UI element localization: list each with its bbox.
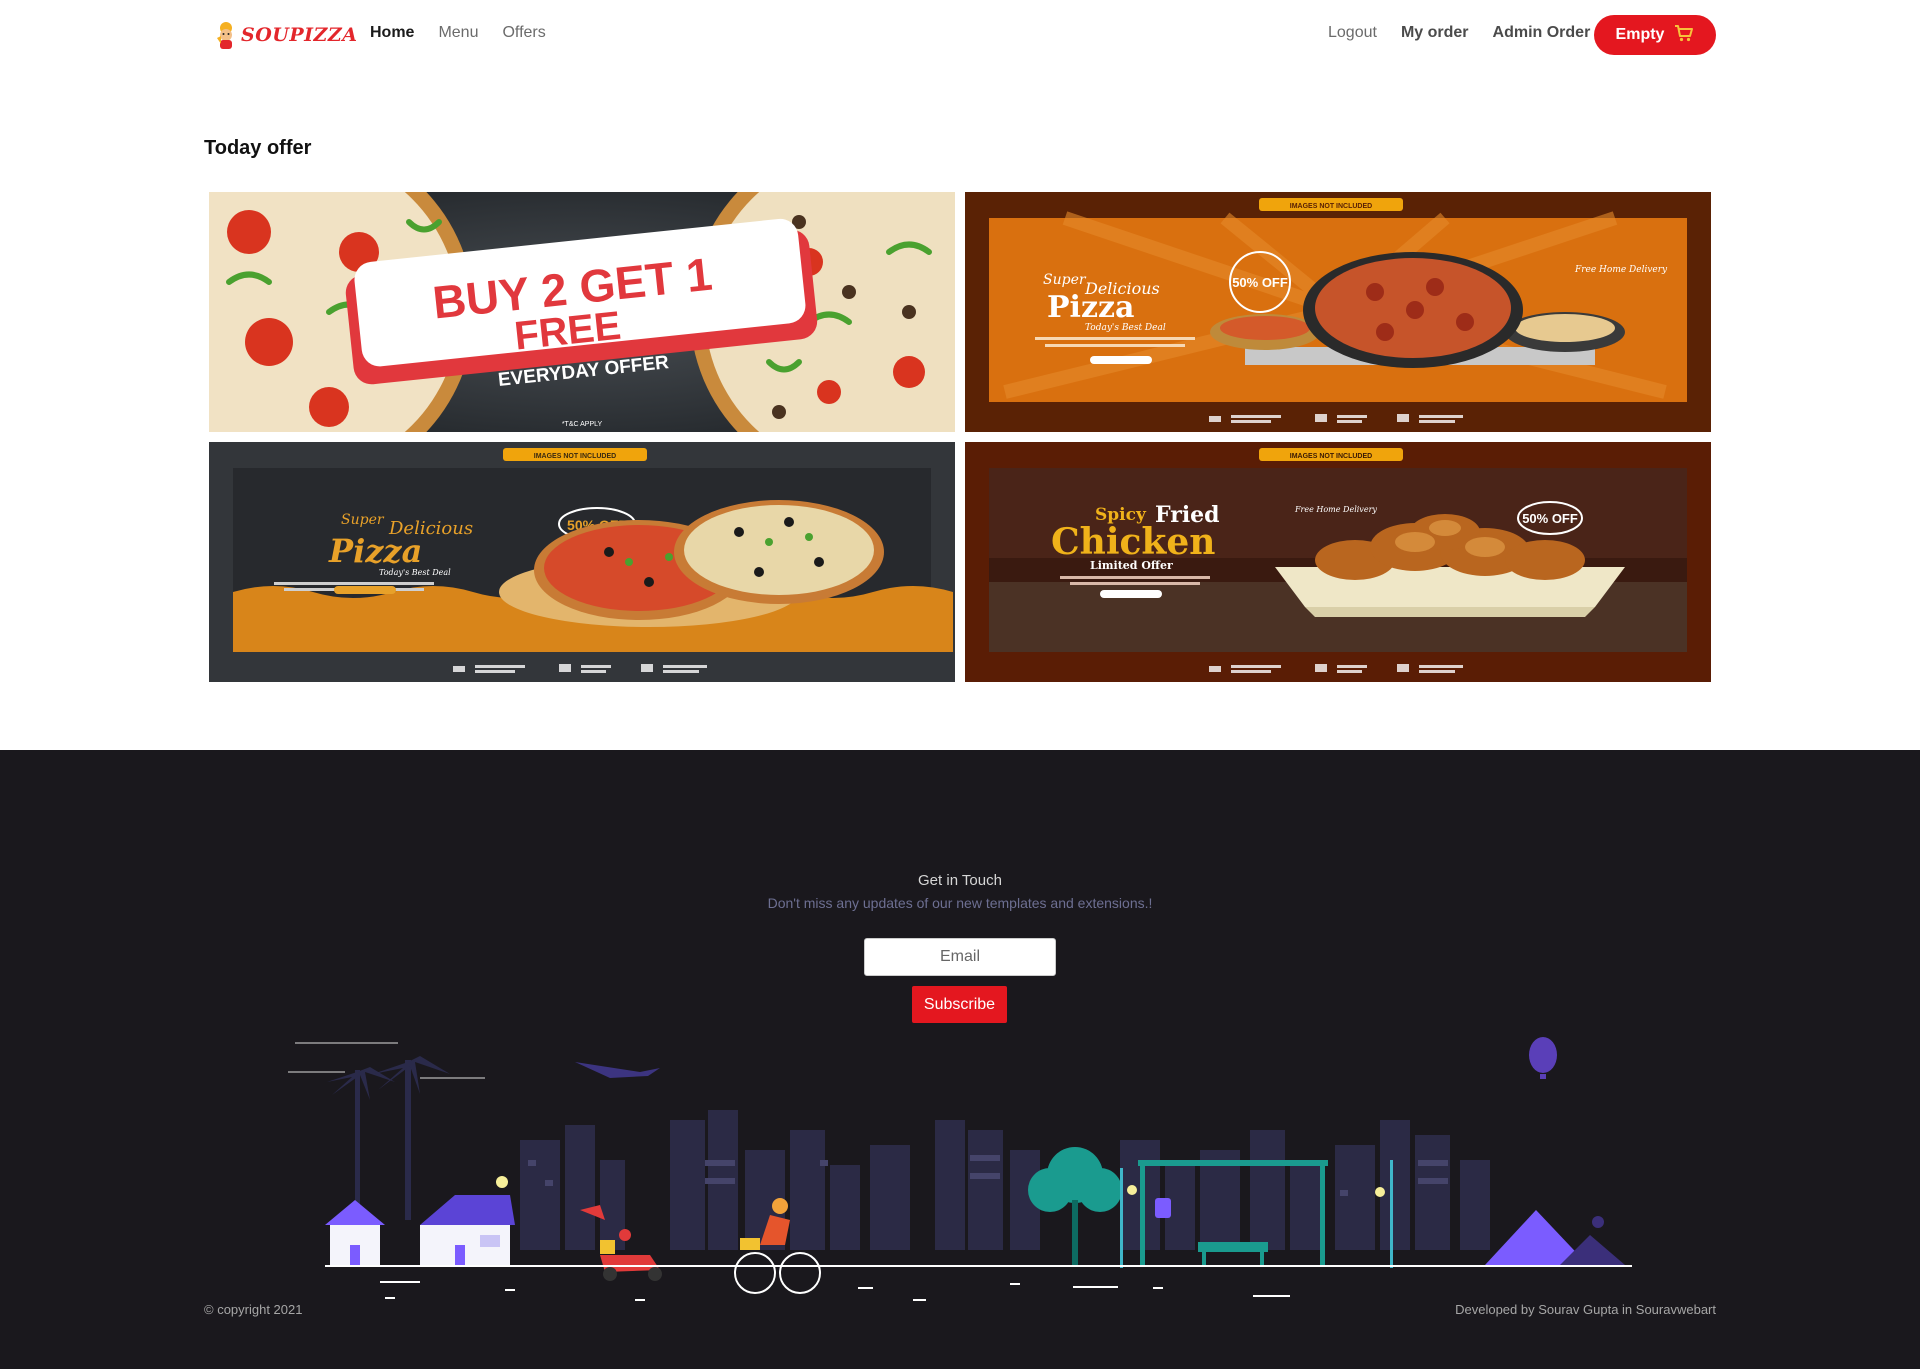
houses-icon [325,1176,515,1265]
account-nav: Logout My order Admin Order [1328,24,1590,42]
card2-big: Pizza [1047,290,1134,325]
admin-order-link[interactable]: Admin Order [1493,24,1591,42]
newsletter-title: Get in Touch [918,872,1002,889]
card4-discount: 50% OFF [1522,511,1578,526]
offer-card-buy2get1[interactable]: BUY 2 GET 1 FREE EVERYDAY OFFER *T&C APP… [209,192,955,432]
offer-card-super-pizza-dark[interactable]: IMAGES NOT INCLUDED Super Delicious Pizz… [209,442,955,682]
card2-pre: Super [1043,272,1087,288]
card3-big: Pizza [328,532,422,570]
nav-menu-link[interactable]: Menu [438,24,478,42]
chef-mascot-icon [213,20,239,50]
card3-badge: IMAGES NOT INCLUDED [534,453,616,460]
card3-pre: Super [341,512,385,528]
brand-logo[interactable]: SOUPIZZA [213,18,357,52]
trees-icon [1028,1147,1122,1265]
card2-discount: 50% OFF [1232,275,1288,290]
copyright-text: © copyright 2021 [204,1302,303,1317]
footer: Get in Touch Don't miss any updates of o… [0,750,1920,1369]
brand-name: SOUPIZZA [241,24,358,46]
card1-note: *T&C APPLY [562,421,603,428]
developer-credit: Developed by Sourav Gupta in Souravwebar… [1455,1302,1716,1317]
navbar: SOUPIZZA Home Menu Offers Logout My orde… [0,0,1920,70]
card2-tag: Today's Best Deal [1085,323,1166,333]
card3-tag: Today's Best Deal [379,568,451,577]
card2-badge: IMAGES NOT INCLUDED [1290,203,1372,210]
newsletter-subtitle: Don't miss any updates of our new templa… [767,895,1153,911]
card4-big: Chicken [1051,521,1215,563]
card4-badge: IMAGES NOT INCLUDED [1290,453,1372,460]
city-skyline-illustration [288,1037,1632,1301]
card2-side: Free Home Delivery [1574,265,1668,275]
my-order-link[interactable]: My order [1401,24,1469,42]
cart-button[interactable]: Empty [1594,15,1716,55]
section-title: Today offer [204,137,312,159]
main-nav: Home Menu Offers [370,24,546,42]
cart-icon [1674,24,1694,47]
offer-card-fried-chicken[interactable]: IMAGES NOT INCLUDED Spicy Fried Chicken … [965,442,1711,682]
offer-card-super-pizza-orange[interactable]: IMAGES NOT INCLUDED Super Delicious Pizz… [965,192,1711,432]
card4-tag: Limited Offer [1090,559,1173,572]
email-input[interactable] [864,938,1056,976]
cart-label: Empty [1615,26,1665,43]
logout-link[interactable]: Logout [1328,24,1377,42]
card4-side: Free Home Delivery [1294,505,1377,514]
nav-home-link[interactable]: Home [370,24,414,42]
hot-air-balloon-icon [1529,1037,1557,1079]
nav-offers-link[interactable]: Offers [502,24,545,42]
